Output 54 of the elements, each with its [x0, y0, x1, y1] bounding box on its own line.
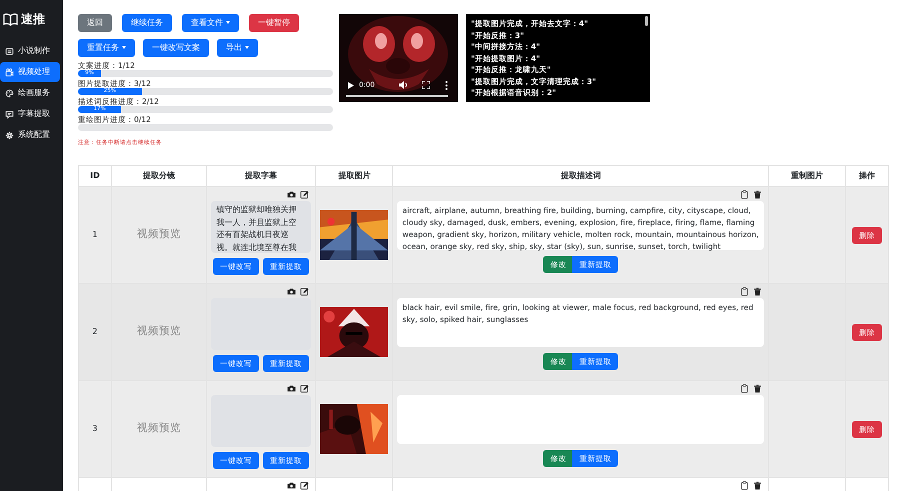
video-preview[interactable]: 视频预览 [111, 380, 206, 478]
trash-icon[interactable] [753, 287, 762, 296]
row-id: 3 [92, 424, 98, 433]
sidebar-item[interactable]: 视频处理 [0, 62, 60, 82]
edit-icon[interactable] [300, 190, 310, 199]
clipboard-icon[interactable] [740, 481, 750, 490]
video-preview[interactable]: 视频预览 [111, 186, 206, 284]
dropdown-button[interactable]: 导出 [217, 39, 258, 57]
clipboard-icon[interactable] [740, 287, 750, 296]
row-id: 1 [92, 230, 98, 239]
toolbar-button[interactable]: 一键改写文案 [143, 39, 209, 57]
sidebar-item[interactable]: 系统配置 [0, 125, 63, 145]
scrollbar [645, 16, 648, 26]
sidebar-item[interactable]: 绘画服务 [0, 83, 63, 103]
fullscreen-icon[interactable] [422, 81, 430, 89]
clipboard-icon[interactable] [740, 384, 750, 393]
column-header: ID [78, 166, 112, 186]
column-header: 提取图片 [316, 166, 393, 186]
more-icon[interactable] [445, 81, 448, 90]
palette-icon [5, 88, 14, 98]
document-icon [5, 46, 14, 56]
edit-icon[interactable] [300, 481, 310, 490]
toolbar-button[interactable]: 返回 [78, 14, 112, 32]
dropdown-button[interactable]: 查看文件 [182, 14, 239, 32]
book-icon [3, 12, 18, 26]
trash-icon[interactable] [753, 481, 762, 490]
subtitle-textarea[interactable]: 镇守的监狱却唯独关押我一人，并且监狱上空还有百架战机日夜巡视。就连北境至尊在我 [210, 201, 312, 253]
column-header: 重制图片 [768, 166, 846, 186]
video-icon [5, 68, 14, 76]
column-header: 提取描述词 [392, 166, 769, 186]
gear-icon [5, 130, 14, 140]
toolbar-button[interactable]: 继续任务 [122, 14, 172, 32]
row-id: 2 [92, 327, 98, 336]
camera-icon[interactable] [287, 481, 296, 490]
volume-icon[interactable] [399, 81, 408, 89]
play-icon[interactable] [348, 82, 354, 89]
edit-icon[interactable] [300, 384, 310, 393]
sidebar-item[interactable]: 字幕提取 [0, 104, 63, 124]
trash-icon[interactable] [753, 384, 762, 393]
dropdown-button[interactable]: 重置任务 [78, 39, 135, 57]
trash-icon[interactable] [753, 190, 762, 199]
edit-icon[interactable] [300, 287, 310, 296]
column-header: 提取分镜 [111, 166, 206, 186]
sidebar-item[interactable]: 小说制作 [0, 41, 63, 61]
subtitles-icon [5, 110, 14, 118]
column-header: 提取字幕 [206, 166, 316, 186]
toolbar-button[interactable]: 一键暂停 [249, 14, 299, 32]
camera-icon[interactable] [287, 287, 296, 296]
camera-icon[interactable] [287, 384, 296, 393]
camera-icon[interactable] [287, 190, 296, 199]
column-header: 操作 [846, 166, 888, 186]
app-title: 速推 [21, 11, 45, 28]
video-preview[interactable]: 视频预览 [111, 284, 206, 380]
clipboard-icon[interactable] [740, 190, 750, 199]
